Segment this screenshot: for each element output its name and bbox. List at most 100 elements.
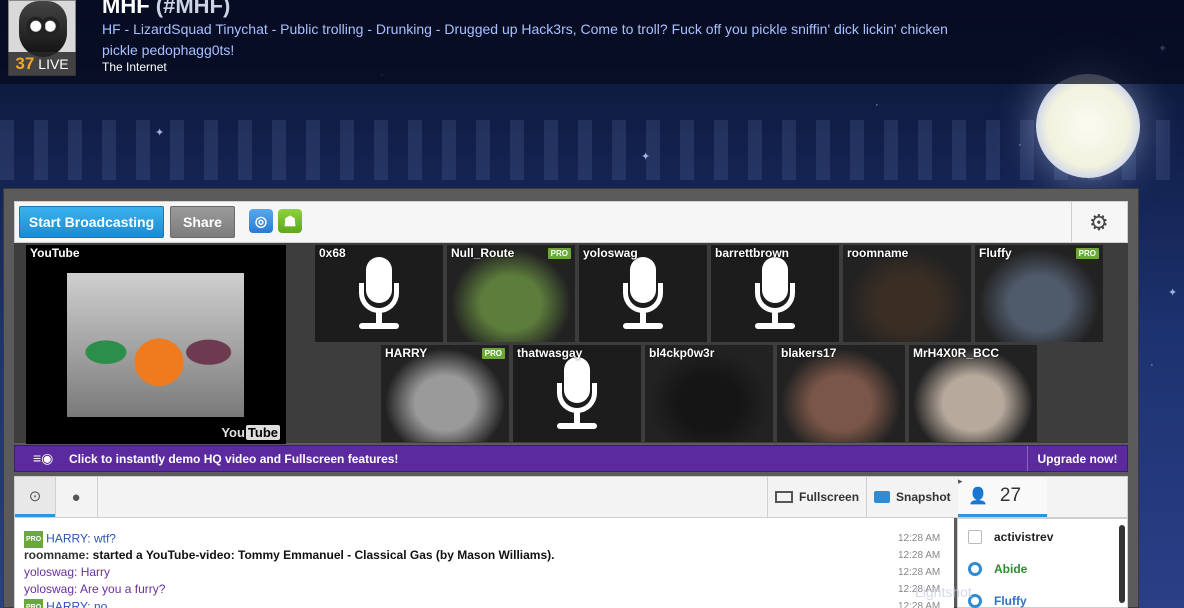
- promo-text[interactable]: Click to instantly demo HQ video and Ful…: [69, 452, 398, 466]
- user-list-item[interactable]: activistrev: [958, 523, 1116, 551]
- message-timestamp: 12:28 AM: [898, 567, 941, 578]
- broadcast-toolbar: Start Broadcasting Share ◎ ☗ ⚙: [14, 201, 1128, 243]
- start-broadcasting-button[interactable]: Start Broadcasting: [19, 206, 164, 238]
- snapshot-label: Snapshot: [896, 490, 951, 504]
- room-id: (#MHF): [155, 0, 231, 18]
- gear-icon[interactable]: ⚙: [1089, 210, 1109, 236]
- tab-divider: [97, 477, 98, 517]
- private-messages-icon[interactable]: ●: [56, 477, 96, 517]
- star-decoration: ·: [1018, 139, 1022, 151]
- camera-tile[interactable]: Null_Route PRO: [447, 245, 575, 342]
- message-text: no: [90, 599, 108, 608]
- microphone-icon: [553, 357, 601, 433]
- tab-divider: [767, 477, 768, 517]
- user-icon: 👤: [968, 487, 988, 505]
- star-decoration: ·: [1150, 359, 1154, 371]
- sky-wave-decoration: [0, 150, 1184, 180]
- search-icon[interactable]: ⊙: [15, 477, 55, 517]
- camera-username: bl4ckp0w3r: [649, 346, 715, 360]
- user-list-scrollbar[interactable]: [1119, 525, 1125, 603]
- camera-tile[interactable]: HARRY PRO: [381, 345, 509, 442]
- camera-tile[interactable]: roomname: [843, 245, 971, 342]
- chat-message: PRO HARRY: wtf?: [24, 531, 116, 548]
- fullscreen-button[interactable]: Fullscreen: [775, 477, 859, 517]
- camera-username: HARRY: [385, 346, 428, 360]
- checkbox-icon: [968, 530, 982, 544]
- hq-video-icon: ≡◉: [33, 450, 54, 466]
- user-list-item[interactable]: Fluffy: [958, 587, 1116, 608]
- camera-username: yoloswag: [583, 246, 638, 260]
- youtube-video-frame: [67, 273, 244, 417]
- camera-username: 0x68: [319, 246, 346, 260]
- star-decoration: ✦: [1168, 287, 1178, 299]
- microphone-icon: [619, 257, 667, 333]
- message-timestamp: 12:28 AM: [898, 601, 941, 608]
- user-name: Abide: [994, 562, 1028, 576]
- camera-tile[interactable]: thatwasgay: [513, 345, 641, 442]
- message-timestamp: 12:28 AM: [898, 533, 941, 544]
- camera-username: MrH4X0R_BCC: [913, 346, 1000, 360]
- chat-message: PRO HARRY: no: [24, 599, 107, 608]
- camera-icon: [968, 562, 982, 576]
- pro-badge: PRO: [24, 599, 44, 608]
- room-title: MHF (#MHF): [102, 0, 230, 19]
- microphone-icon: [751, 257, 799, 333]
- room-location: The Internet: [102, 60, 167, 74]
- chat-message: roomname: started a YouTube-video: Tommy…: [24, 548, 554, 563]
- message-timestamp: 12:28 AM: [898, 550, 941, 561]
- message-author[interactable]: yoloswag:: [24, 565, 77, 579]
- sky-wave-decoration: [0, 120, 1184, 150]
- expand-arrow-icon[interactable]: ▸: [958, 476, 963, 487]
- message-text: started a YouTube-video: Tommy Emmanuel …: [89, 548, 555, 562]
- chat-message: yoloswag: Harry: [24, 565, 110, 580]
- promo-banner[interactable]: ≡◉ Click to instantly demo HQ video and …: [14, 445, 1128, 472]
- share-button[interactable]: Share: [170, 206, 235, 238]
- pro-badge: PRO: [1075, 248, 1099, 259]
- room-header: 37 LIVE MHF (#MHF) HF - LizardSquad Tiny…: [0, 0, 1184, 84]
- camera-icon: [874, 491, 890, 503]
- camera-tile[interactable]: blakers17: [777, 345, 905, 442]
- youtube-logo: You Tube: [221, 425, 280, 440]
- fullscreen-label: Fullscreen: [799, 490, 860, 504]
- camera-username: barrettbrown: [715, 246, 790, 260]
- live-badge: 37 LIVE: [8, 52, 76, 76]
- user-list-item[interactable]: Abide: [958, 555, 1116, 583]
- tab-divider: [866, 477, 867, 517]
- camera-username: blakers17: [781, 346, 837, 360]
- star-decoration: ✦: [641, 151, 651, 163]
- message-author[interactable]: HARRY:: [46, 532, 90, 546]
- upgrade-now-button[interactable]: Upgrade now!: [1028, 446, 1127, 471]
- chat-log: PRO HARRY: wtf? 12:28 AM roomname: started …: [14, 518, 954, 608]
- youtube-label: YouTube: [30, 246, 80, 260]
- camera-username: Null_Route: [451, 246, 515, 260]
- star-decoration: ·: [875, 99, 879, 111]
- camera-tile[interactable]: Fluffy PRO: [975, 245, 1103, 342]
- camera-tile[interactable]: yoloswag: [579, 245, 707, 342]
- message-text: wtf?: [90, 531, 116, 546]
- toolbar-divider: [1071, 202, 1072, 242]
- camera-tile[interactable]: 0x68: [315, 245, 443, 342]
- message-text: Are you a furry?: [77, 582, 166, 596]
- moon-decoration: [1036, 74, 1140, 178]
- android-app-icon[interactable]: ☗: [278, 209, 302, 233]
- live-viewer-count: 37: [15, 54, 35, 73]
- camera-tile[interactable]: bl4ckp0w3r: [645, 345, 773, 442]
- user-count: 27: [999, 484, 1022, 506]
- message-author[interactable]: yoloswag:: [24, 582, 77, 596]
- pro-badge: PRO: [24, 531, 44, 548]
- chat-message: yoloswag: Are you a furry?: [24, 582, 165, 597]
- ios-app-icon[interactable]: ◎: [249, 209, 273, 233]
- youtube-player[interactable]: YouTube You Tube: [26, 245, 286, 444]
- camera-tile[interactable]: barrettbrown: [711, 245, 839, 342]
- message-author[interactable]: roomname:: [24, 548, 89, 562]
- avatar-image: [19, 1, 67, 57]
- camera-tile[interactable]: MrH4X0R_BCC: [909, 345, 1037, 442]
- message-author[interactable]: HARRY:: [46, 600, 90, 608]
- user-list-tab[interactable]: 👤 27: [958, 477, 1047, 517]
- fullscreen-icon: [775, 491, 793, 503]
- snapshot-button[interactable]: Snapshot: [874, 477, 951, 517]
- camera-username: roomname: [847, 246, 909, 260]
- star-decoration: ✦: [155, 127, 165, 139]
- live-label: LIVE: [38, 56, 69, 72]
- camera-username: thatwasgay: [517, 346, 583, 360]
